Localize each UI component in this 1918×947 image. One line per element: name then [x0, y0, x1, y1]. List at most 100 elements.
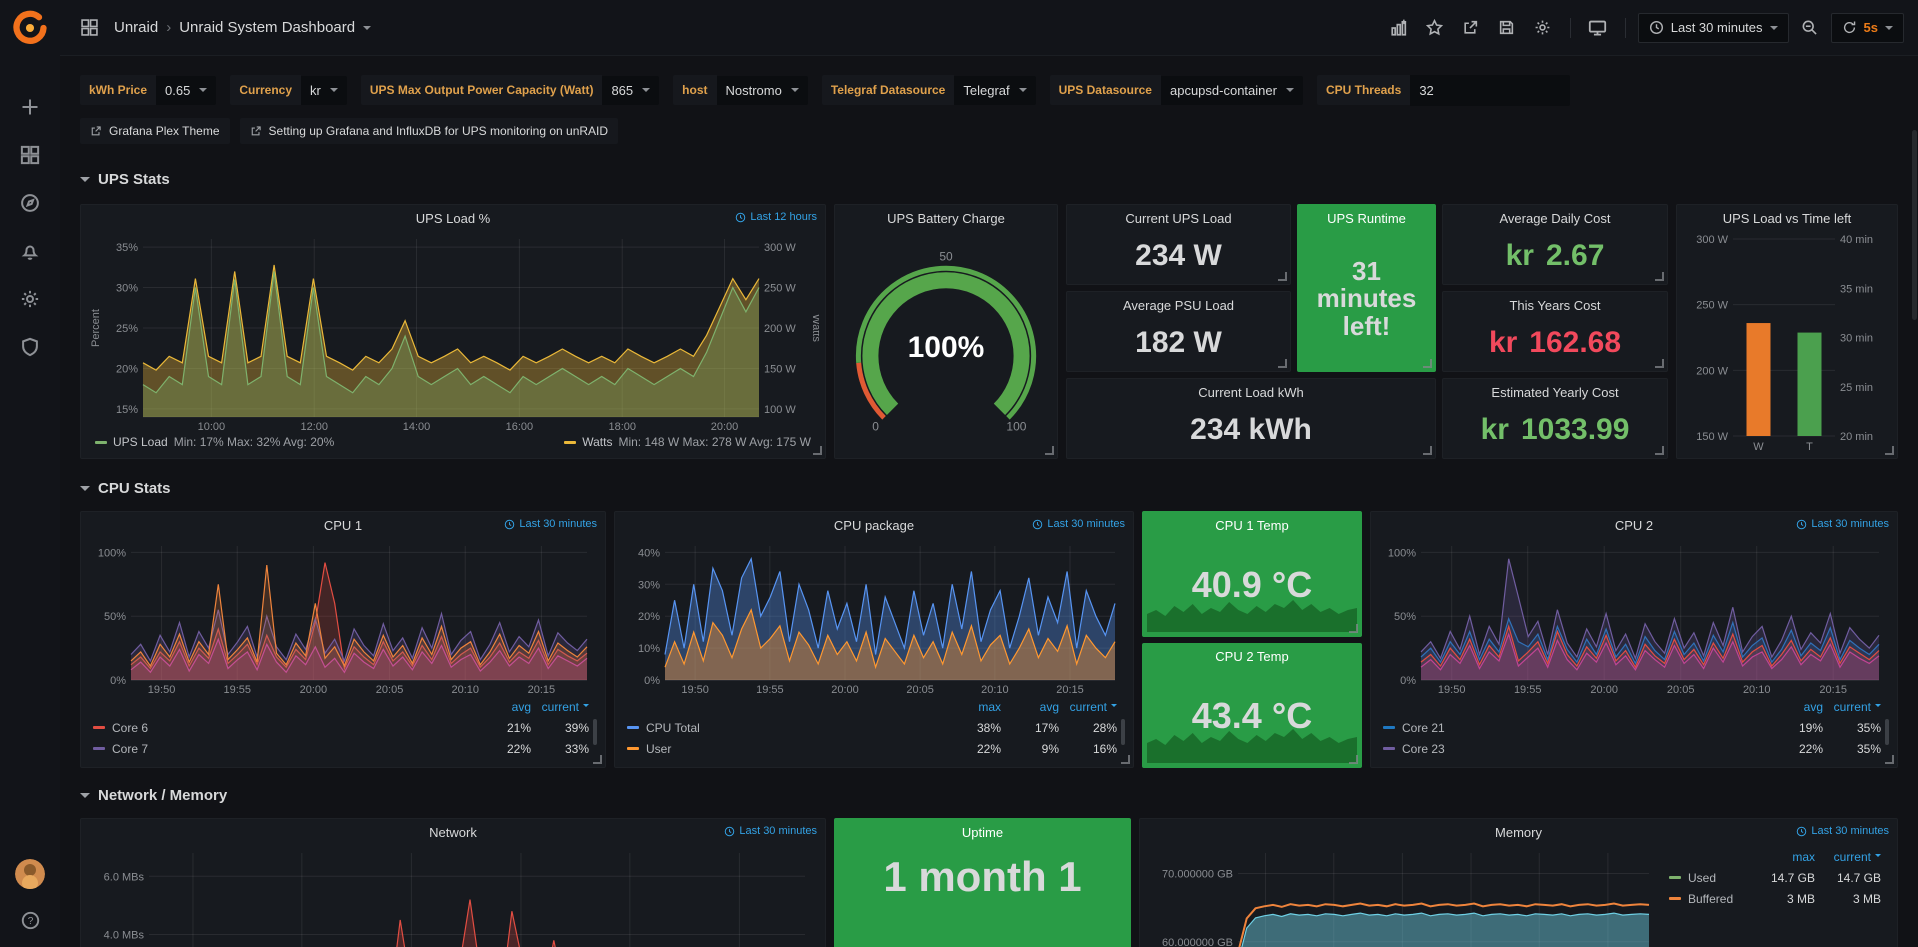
- panel-uptime: Uptime 1 month 1: [834, 818, 1131, 947]
- ups-load-chart[interactable]: 15%20%25%30%35%100 W150 W200 W250 W300 W…: [87, 231, 819, 434]
- user-avatar[interactable]: [15, 859, 45, 889]
- refresh-button[interactable]: 5s: [1831, 13, 1904, 43]
- svg-text:20:10: 20:10: [1743, 684, 1771, 696]
- breadcrumb-folder[interactable]: Unraid: [114, 19, 158, 36]
- variable-kwh-price[interactable]: kWh Price 0.65: [80, 75, 216, 105]
- refresh-interval-label: 5s: [1864, 20, 1878, 35]
- svg-text:12:00: 12:00: [300, 421, 328, 433]
- svg-text:0%: 0%: [110, 675, 126, 687]
- cpu1-chart[interactable]: 0%50%100%19:5019:5520:0020:0520:1020:15: [87, 538, 599, 697]
- save-icon[interactable]: [1492, 13, 1522, 43]
- legend-row: Buffered3 MB3 MB: [1669, 888, 1881, 909]
- variable-currency[interactable]: Currency kr: [230, 75, 347, 105]
- explore-compass-icon[interactable]: [19, 192, 41, 214]
- panel-average-daily-cost: Average Daily Cost kr2.67: [1442, 204, 1668, 285]
- svg-text:25%: 25%: [116, 323, 138, 335]
- variable-cpu-threads: CPU Threads: [1317, 75, 1570, 106]
- tv-kiosk-icon[interactable]: [1583, 13, 1613, 43]
- svg-text:250 W: 250 W: [764, 283, 796, 295]
- share-icon[interactable]: [1456, 13, 1486, 43]
- ups-load-legend: UPS LoadMin: 17% Max: 32% Avg: 20% Watts…: [87, 434, 819, 454]
- svg-text:T: T: [1806, 441, 1813, 453]
- panel-time-override: Last 12 hours: [735, 211, 817, 223]
- page-scrollbar[interactable]: [1912, 130, 1917, 320]
- create-icon[interactable]: [19, 96, 41, 118]
- dropdown-caret-icon: [199, 88, 207, 92]
- row-header-ups-stats[interactable]: UPS Stats: [80, 168, 1898, 190]
- row-header-network-memory[interactable]: Network / Memory: [80, 784, 1898, 806]
- variable-telegraf-datasource[interactable]: Telegraf Datasource Telegraf: [822, 75, 1036, 105]
- svg-text:20:00: 20:00: [831, 684, 859, 696]
- svg-text:16:00: 16:00: [506, 421, 534, 433]
- variable-ups-max-output[interactable]: UPS Max Output Power Capacity (Watt) 865: [361, 75, 659, 105]
- svg-text:200 W: 200 W: [764, 323, 796, 335]
- legend-series[interactable]: Watts: [582, 435, 612, 449]
- cpu-package-chart[interactable]: 0%10%20%30%40%19:5019:5520:0020:0520:102…: [621, 538, 1127, 697]
- dashboard-title[interactable]: Unraid System Dashboard: [179, 19, 355, 36]
- svg-text:30%: 30%: [116, 283, 138, 295]
- legend-row: User22%9%16%: [627, 738, 1117, 759]
- svg-text:50%: 50%: [104, 611, 126, 623]
- panel-current-ups-load: Current UPS Load 234 W: [1066, 204, 1291, 285]
- memory-chart[interactable]: 50.000000 GB60.000000 GB70.000000 GB19:5…: [1146, 845, 1663, 947]
- svg-text:20:05: 20:05: [1667, 684, 1695, 696]
- refresh-icon: [1842, 20, 1857, 35]
- cpu-threads-input[interactable]: [1410, 75, 1570, 106]
- network-chart[interactable]: 2.0 MBs4.0 MBs6.0 MBs19:5019:5520:0020:0…: [87, 845, 819, 947]
- legend-scrollbar[interactable]: [1885, 719, 1889, 745]
- svg-text:40%: 40%: [638, 547, 660, 559]
- svg-text:18:00: 18:00: [608, 421, 636, 433]
- add-panel-icon[interactable]: [1384, 13, 1414, 43]
- help-icon[interactable]: ?: [19, 909, 41, 931]
- svg-text:20:00: 20:00: [1590, 684, 1618, 696]
- panel-time-override: Last 30 minutes: [504, 518, 597, 530]
- legend-scrollbar[interactable]: [1121, 719, 1125, 745]
- panel-title[interactable]: UPS Battery Charge: [887, 211, 1005, 226]
- clock-icon: [1796, 826, 1807, 837]
- legend-scrollbar[interactable]: [593, 719, 597, 745]
- dashboard-links-row: Grafana Plex Theme Setting up Grafana an…: [80, 118, 1898, 144]
- dashboard-title-caret-icon[interactable]: [363, 26, 371, 30]
- legend-row: Core 621%39%: [93, 717, 589, 738]
- panel-memory: Memory Last 30 minutes 50.000000 GB60.00…: [1139, 818, 1898, 947]
- link-ups-monitoring-guide[interactable]: Setting up Grafana and InfluxDB for UPS …: [240, 118, 619, 144]
- grafana-logo[interactable]: [10, 8, 50, 48]
- ups-stats-row: UPS Load % Last 12 hours 15%20%25%30%35%…: [80, 204, 1898, 459]
- svg-text:Watts: Watts: [810, 314, 819, 342]
- svg-text:30 min: 30 min: [1840, 333, 1873, 345]
- divider: [1625, 18, 1626, 38]
- svg-text:20:10: 20:10: [451, 684, 479, 696]
- ups-bar-chart[interactable]: 150 W200 W250 W300 W20 min25 min30 min35…: [1683, 231, 1891, 454]
- dashboard-grid-icon[interactable]: [74, 13, 104, 43]
- svg-text:100: 100: [1006, 419, 1026, 433]
- link-grafana-plex-theme[interactable]: Grafana Plex Theme: [80, 118, 230, 144]
- star-icon[interactable]: [1420, 13, 1450, 43]
- legend-series[interactable]: UPS Load: [113, 435, 168, 449]
- panel-current-load-kwh: Current Load kWh 234 kWh: [1066, 378, 1436, 459]
- sidebar: ?: [0, 0, 60, 947]
- dashboards-icon[interactable]: [19, 144, 41, 166]
- panel-ups-load: UPS Load % Last 12 hours 15%20%25%30%35%…: [80, 204, 826, 459]
- svg-text:100%: 100%: [1388, 547, 1416, 559]
- dashboard-settings-gear-icon[interactable]: [1528, 13, 1558, 43]
- template-variables-row: kWh Price 0.65 Currency kr UPS Max Outpu…: [80, 70, 1898, 110]
- variable-ups-datasource[interactable]: UPS Datasource apcupsd-container: [1050, 75, 1303, 105]
- row-header-cpu-stats[interactable]: CPU Stats: [80, 477, 1898, 499]
- server-admin-shield-icon[interactable]: [19, 336, 41, 358]
- cpu2-temp-sparkline: [1147, 723, 1357, 763]
- ups-stat-panels: Current UPS Load 234 W UPS Runtime 31 mi…: [1066, 204, 1668, 459]
- svg-text:14:00: 14:00: [403, 421, 431, 433]
- alerting-bell-icon[interactable]: [19, 240, 41, 262]
- panel-cpu-1: CPU 1 Last 30 minutes 0%50%100%19:5019:5…: [80, 511, 606, 768]
- svg-text:20:15: 20:15: [1056, 684, 1084, 696]
- cpu2-chart[interactable]: 0%50%100%19:5019:5520:0020:0520:1020:15: [1377, 538, 1891, 697]
- variable-host[interactable]: host Nostromo: [673, 75, 808, 105]
- stat-value: 234 kWh: [1190, 414, 1312, 446]
- svg-text:40 min: 40 min: [1840, 234, 1873, 246]
- panel-time-override: Last 30 minutes: [1796, 518, 1889, 530]
- panel-title[interactable]: UPS Load %: [416, 211, 490, 226]
- zoom-out-icon[interactable]: [1795, 13, 1825, 43]
- configuration-gear-icon[interactable]: [19, 288, 41, 310]
- panel-cpu1-temp: CPU 1 Temp 40.9 °C: [1142, 511, 1362, 637]
- time-range-picker[interactable]: Last 30 minutes: [1638, 13, 1789, 43]
